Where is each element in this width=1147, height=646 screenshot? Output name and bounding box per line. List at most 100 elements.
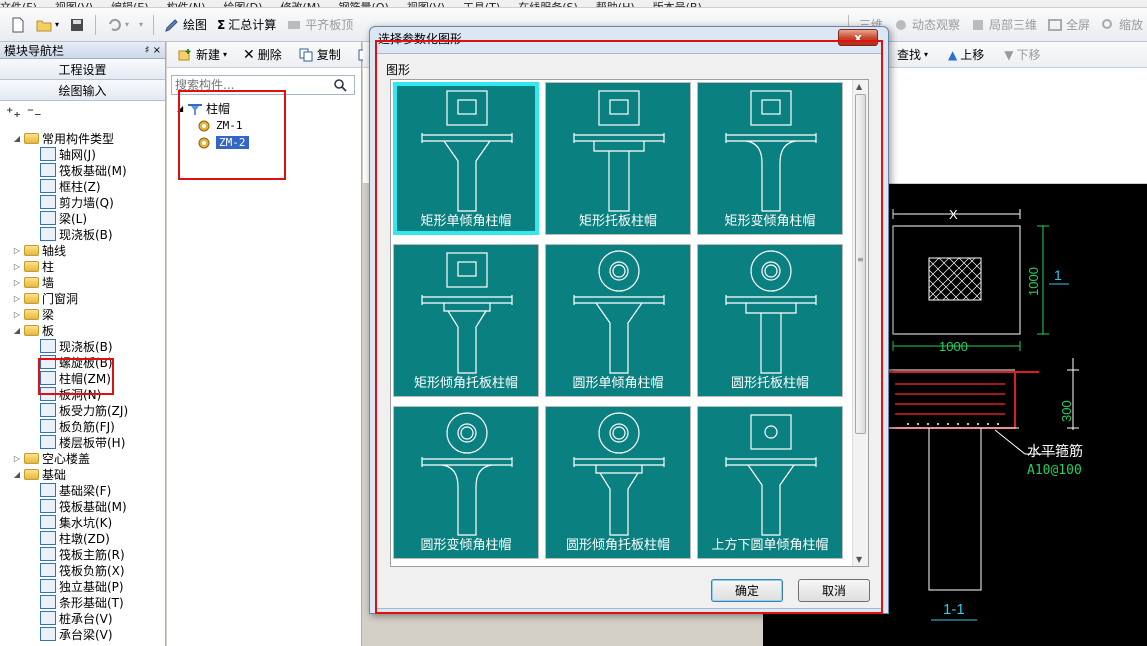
expanded-arrow-icon[interactable]: ◢ [12, 470, 22, 479]
zoom-button[interactable]: 缩放 [1096, 14, 1147, 35]
highlight-box-dialog [375, 40, 883, 614]
nav-tree-item[interactable]: 承台梁(V) [0, 626, 166, 642]
nav-tree-label: 独立基础(P) [59, 579, 124, 594]
collapsed-arrow-icon[interactable]: ▷ [12, 262, 22, 271]
folder-icon [24, 308, 39, 320]
align-slab-button[interactable]: 平齐板顶 [282, 14, 357, 35]
nav-tree-folder[interactable]: ▷ 门窗洞 [0, 290, 166, 306]
menu-item[interactable]: 工具(T) [463, 1, 500, 7]
nav-tree-item[interactable]: 筏板主筋(R) [0, 546, 166, 562]
nav-tree-item[interactable]: 楼层板带(H) [0, 434, 166, 450]
nav-tree-item[interactable]: 集水坑(K) [0, 514, 166, 530]
draw-button[interactable]: 绘图 [160, 14, 211, 35]
nav-tree-folder[interactable]: ▷ 墙 [0, 274, 166, 290]
pin-icon[interactable]: ♯ × [145, 45, 161, 56]
nav-tree-item[interactable]: 筏板负筋(X) [0, 562, 166, 578]
collapsed-arrow-icon[interactable]: ▷ [12, 294, 22, 303]
open-button[interactable]: ▾ [32, 15, 63, 35]
nav-tree-label: 基础 [42, 467, 67, 482]
component-type-icon [40, 627, 56, 641]
nav-tree-folder[interactable]: ▷ 梁 [0, 306, 166, 322]
find-button[interactable]: 查找 ▾ [893, 44, 932, 65]
component-type-icon [40, 483, 56, 497]
collapsed-arrow-icon[interactable]: ▷ [12, 246, 22, 255]
nav-tree-folder[interactable]: ◢ 常用构件类型 [0, 130, 166, 146]
save-button[interactable] [65, 15, 89, 35]
nav-tree-item[interactable]: 独立基础(P) [0, 578, 166, 594]
fullscreen-button[interactable]: 全屏 [1043, 14, 1094, 35]
undo-button[interactable]: ▾ [102, 15, 133, 35]
project-settings-button[interactable]: 工程设置 [0, 59, 165, 80]
nav-tree-item[interactable]: 梁(L) [0, 210, 166, 226]
nav-tree-item[interactable]: 筏板基础(M) [0, 498, 166, 514]
collapsed-arrow-icon[interactable]: ▷ [12, 278, 22, 287]
nav-tree-label: 柱墩(ZD) [59, 531, 110, 546]
menu-item[interactable]: 帮助(H) [596, 1, 635, 7]
menu-item[interactable]: 版本号(B) [653, 1, 702, 7]
component-type-icon [40, 211, 56, 225]
expanded-arrow-icon[interactable]: ◢ [12, 326, 22, 335]
local-3d-label: 局部三维 [988, 18, 1037, 32]
expand-all-icon[interactable]: ⁺₊ [6, 105, 21, 121]
nav-tree-folder[interactable]: ▷ 轴线 [0, 242, 166, 258]
folder-icon [24, 324, 39, 336]
nav-tree-item[interactable]: 剪力墙(Q) [0, 194, 166, 210]
component-type-icon [40, 531, 56, 545]
menu-item[interactable]: 钢筋量(Q) [339, 1, 389, 7]
nav-tree-item[interactable]: 桩承台(V) [0, 610, 166, 626]
menu-item[interactable]: 视图(V) [407, 1, 445, 7]
menu-item[interactable]: 修改(M) [280, 1, 320, 7]
folder-icon [24, 276, 39, 288]
local-3d-button[interactable]: 局部三维 [966, 14, 1041, 35]
arrow-up-icon: ▲ [948, 47, 958, 62]
nav-tree-item[interactable]: 柱墩(ZD) [0, 530, 166, 546]
collapsed-arrow-icon[interactable]: ▷ [12, 454, 22, 463]
undo-icon [109, 18, 121, 31]
dynamic-view-button[interactable]: 动态观察 [889, 14, 964, 35]
menu-item[interactable]: 构件(N) [167, 1, 206, 7]
nav-tree-label: 承台梁(V) [59, 627, 113, 642]
calc-button[interactable]: Σ 汇总计算 [213, 14, 280, 35]
new-file-icon [12, 17, 24, 32]
nav-tree-label: 集水坑(K) [59, 515, 113, 530]
move-up-button[interactable]: ▲ 上移 [944, 44, 988, 65]
menu-item[interactable]: 编辑(E) [111, 1, 149, 7]
move-down-button[interactable]: ▼ 下移 [1000, 44, 1044, 65]
menu-item[interactable]: 视图(V) [55, 1, 93, 7]
project-settings-label: 工程设置 [58, 62, 107, 77]
nav-tree-folder[interactable]: ◢ 板 [0, 322, 166, 338]
new-component-button[interactable]: 新建 ▾ [173, 44, 231, 65]
nav-tree-item[interactable]: 基础梁(F) [0, 482, 166, 498]
delete-component-button[interactable]: ✕ 删除 [239, 44, 286, 65]
delete-icon: ✕ [243, 46, 255, 63]
menu-item[interactable]: 在线服务(S) [518, 1, 578, 7]
nav-tree-folder[interactable]: ◢ 基础 [0, 466, 166, 482]
nav-tree-item[interactable]: 板负筋(FJ) [0, 418, 166, 434]
nav-tree-item[interactable]: 现浇板(B) [0, 226, 166, 242]
nav-tree-folder[interactable]: ▷ 空心楼盖 [0, 450, 166, 466]
cad-annot-stirrup: 水平箍筋 [1027, 443, 1083, 460]
search-icon[interactable] [332, 77, 348, 93]
nav-tree-item[interactable]: 轴网(J) [0, 146, 166, 162]
collapsed-arrow-icon[interactable]: ▷ [12, 310, 22, 319]
cad-annot-rebar: A10@100 [1027, 463, 1082, 478]
copy-component-button[interactable]: 复制 [294, 44, 345, 65]
nav-tree-folder[interactable]: ▷ 柱 [0, 258, 166, 274]
nav-tree-item[interactable]: 板受力筋(ZJ) [0, 402, 166, 418]
menu-item[interactable]: 绘图(D) [223, 1, 262, 7]
nav-tree-label: 筏板基础(M) [59, 499, 127, 514]
nav-tree-item[interactable]: 框柱(Z) [0, 178, 166, 194]
menu-item[interactable]: 文件(F) [0, 1, 37, 7]
drawing-input-button[interactable]: 绘图输入 [0, 80, 165, 101]
collapse-all-icon[interactable]: ⁻₋ [27, 105, 42, 121]
redo-button[interactable]: ▾ [135, 18, 147, 31]
nav-tree-item[interactable]: 条形基础(T) [0, 594, 166, 610]
component-type-icon [40, 547, 56, 561]
expanded-arrow-icon[interactable]: ◢ [12, 134, 22, 143]
folder-icon [24, 292, 39, 304]
cad-dim-1000-horizontal: 1000 [939, 339, 968, 354]
nav-tree-item[interactable]: 筏板基础(M) [0, 162, 166, 178]
nav-tree-item[interactable]: 现浇板(B) [0, 338, 166, 354]
cad-dim-1000-vertical: 1000 [1026, 267, 1041, 296]
new-file-button[interactable] [6, 15, 30, 35]
